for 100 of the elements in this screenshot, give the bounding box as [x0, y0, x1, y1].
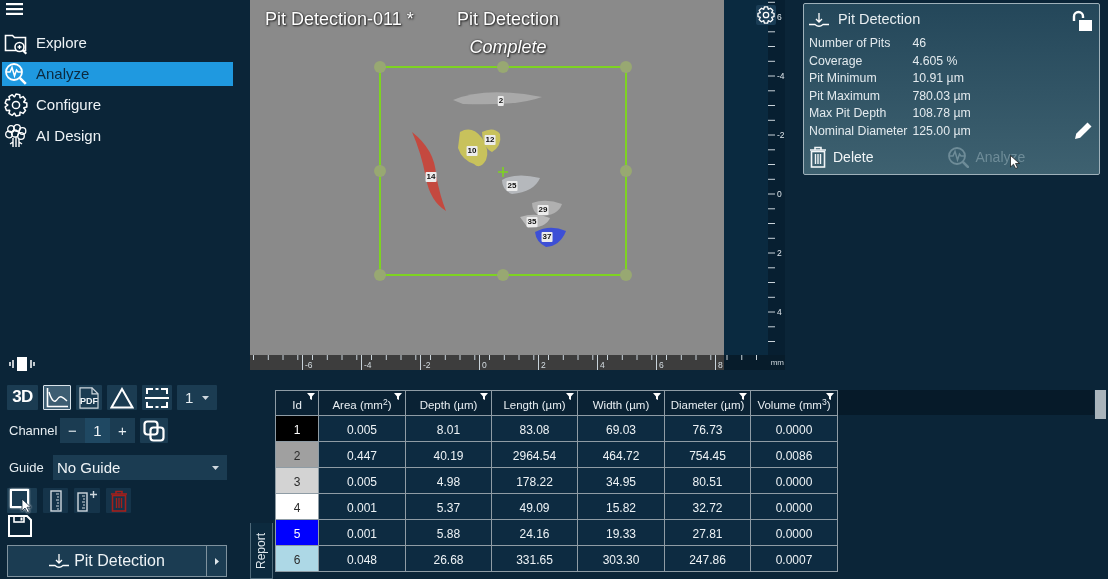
- menu-icon[interactable]: [6, 3, 23, 15]
- nav-item[interactable]: Explore: [2, 31, 233, 55]
- table-cell: 0.0000: [750, 519, 838, 546]
- settings-icon[interactable]: [756, 5, 776, 25]
- table-cell: 0.001: [318, 519, 406, 546]
- ruler-label: 4: [777, 307, 782, 317]
- table-cell: 247.86: [664, 545, 751, 572]
- add-ruler-button[interactable]: [74, 488, 100, 513]
- toolbar-button[interactable]: [107, 385, 137, 410]
- view-3d-button[interactable]: 3D: [7, 385, 38, 410]
- gear-icon: [4, 93, 28, 117]
- resize-handle[interactable]: [374, 269, 386, 281]
- filter-icon[interactable]: [653, 393, 661, 400]
- table-cell: 0.0007: [750, 545, 838, 572]
- stat-label: Number of Pits: [809, 35, 892, 52]
- pit-detection-button[interactable]: Pit Detection: [7, 545, 207, 577]
- scrollbar-thumb[interactable]: [1095, 390, 1106, 419]
- channel-label: Channel: [9, 422, 59, 439]
- column-header[interactable]: Area (mm$^{2}$): [318, 390, 406, 416]
- nav-item[interactable]: Analyze: [2, 62, 233, 86]
- stat-value: 4.605 %: [912, 52, 959, 70]
- column-header-label: Volume (mm$^{3}$): [757, 399, 831, 411]
- column-header[interactable]: Volume (mm$^{3}$): [750, 390, 838, 416]
- filter-icon[interactable]: [307, 393, 315, 400]
- pit-label: 10: [466, 146, 478, 156]
- delete-button[interactable]: Delete: [809, 145, 874, 169]
- ruler-label: 0: [482, 360, 487, 370]
- open-padlock-icon[interactable]: [1071, 10, 1093, 32]
- ruler-label: 4: [600, 360, 605, 370]
- cursor-square-icon: [10, 488, 34, 513]
- analysis-status: Complete: [469, 36, 547, 58]
- select-tool-button[interactable]: [7, 488, 37, 513]
- stat-value: 780.03 µm: [912, 87, 971, 105]
- table-cell: 83.08: [491, 415, 578, 442]
- ruler-label: -4: [364, 360, 372, 370]
- ruler-plus-icon: [77, 489, 97, 512]
- ruler-icon: [49, 489, 62, 512]
- column-header[interactable]: Length (µm): [491, 390, 578, 416]
- channel-field[interactable]: 1: [85, 418, 110, 443]
- filter-icon[interactable]: [394, 393, 402, 400]
- resize-handle[interactable]: [497, 61, 509, 73]
- layer-dropdown[interactable]: 1: [177, 385, 218, 410]
- table-cell: 331.65: [491, 545, 578, 572]
- decrement-button[interactable]: −: [60, 418, 85, 443]
- report-tab[interactable]: Report: [250, 523, 273, 579]
- pit-label: 37: [541, 232, 553, 242]
- trash-icon: [109, 489, 128, 512]
- column-header[interactable]: Id: [275, 390, 319, 416]
- dashed-frame-icon: [145, 386, 169, 409]
- resize-handle[interactable]: [620, 165, 632, 177]
- magnifier-pulse-icon: [4, 62, 28, 86]
- table-cell: 80.51: [664, 467, 751, 494]
- ruler-label: 6: [659, 360, 664, 370]
- pit-label: 14: [425, 172, 437, 182]
- nav-item[interactable]: AI Design: [2, 124, 233, 148]
- split-arrow-button[interactable]: [207, 545, 227, 577]
- stat-label: Nominal Diameter: [809, 122, 908, 140]
- overlapping-squares-icon: [143, 419, 165, 442]
- column-header[interactable]: Diameter (µm): [664, 390, 751, 416]
- ruler-button[interactable]: [43, 488, 68, 513]
- resize-handle[interactable]: [374, 165, 386, 177]
- stat-value: 10.91 µm: [912, 70, 965, 88]
- overlay-button[interactable]: [140, 418, 168, 443]
- ruler-label: -4: [777, 71, 785, 81]
- table-cell: 5.88: [405, 519, 492, 546]
- vibration-icon[interactable]: [8, 357, 36, 371]
- stat-value: 46: [912, 35, 928, 52]
- table-cell: 69.03: [577, 415, 665, 442]
- guide-label: Guide: [9, 459, 45, 476]
- line-chart-icon: [46, 387, 68, 408]
- column-header[interactable]: Width (µm): [577, 390, 665, 416]
- panel-title: Pit Detection: [838, 11, 921, 29]
- table-cell: 34.95: [577, 467, 665, 494]
- table-cell: 15.82: [577, 493, 665, 520]
- filter-icon[interactable]: [566, 393, 574, 400]
- table-cell: 0.005: [318, 467, 406, 494]
- table-cell: 2964.54: [491, 441, 578, 468]
- filter-icon[interactable]: [480, 393, 488, 400]
- guide-dropdown[interactable]: No Guide: [53, 455, 227, 480]
- table-cell: 178.22: [491, 467, 578, 494]
- ruler-label: -2: [777, 130, 785, 140]
- filter-icon[interactable]: [826, 393, 834, 400]
- pit-detection-icon: [809, 13, 829, 27]
- image-title: Pit Detection-011 *: [265, 8, 414, 30]
- table-cell: 464.72: [577, 441, 665, 468]
- save-icon[interactable]: [8, 515, 32, 537]
- column-header[interactable]: Depth (µm): [405, 390, 492, 416]
- table-cell: 24.16: [491, 519, 578, 546]
- ruler-label: -6: [305, 360, 313, 370]
- nav-item[interactable]: Configure: [2, 93, 233, 117]
- resize-handle[interactable]: [620, 61, 632, 73]
- resize-handle[interactable]: [497, 269, 509, 281]
- resize-handle[interactable]: [374, 61, 386, 73]
- increment-button[interactable]: +: [110, 418, 135, 443]
- toolbar-button[interactable]: [43, 385, 71, 410]
- stat-label: Coverage: [809, 52, 864, 70]
- resize-handle[interactable]: [620, 269, 632, 281]
- triangle-icon: [110, 386, 134, 409]
- toolbar-button[interactable]: [142, 385, 172, 410]
- filter-icon[interactable]: [739, 393, 747, 400]
